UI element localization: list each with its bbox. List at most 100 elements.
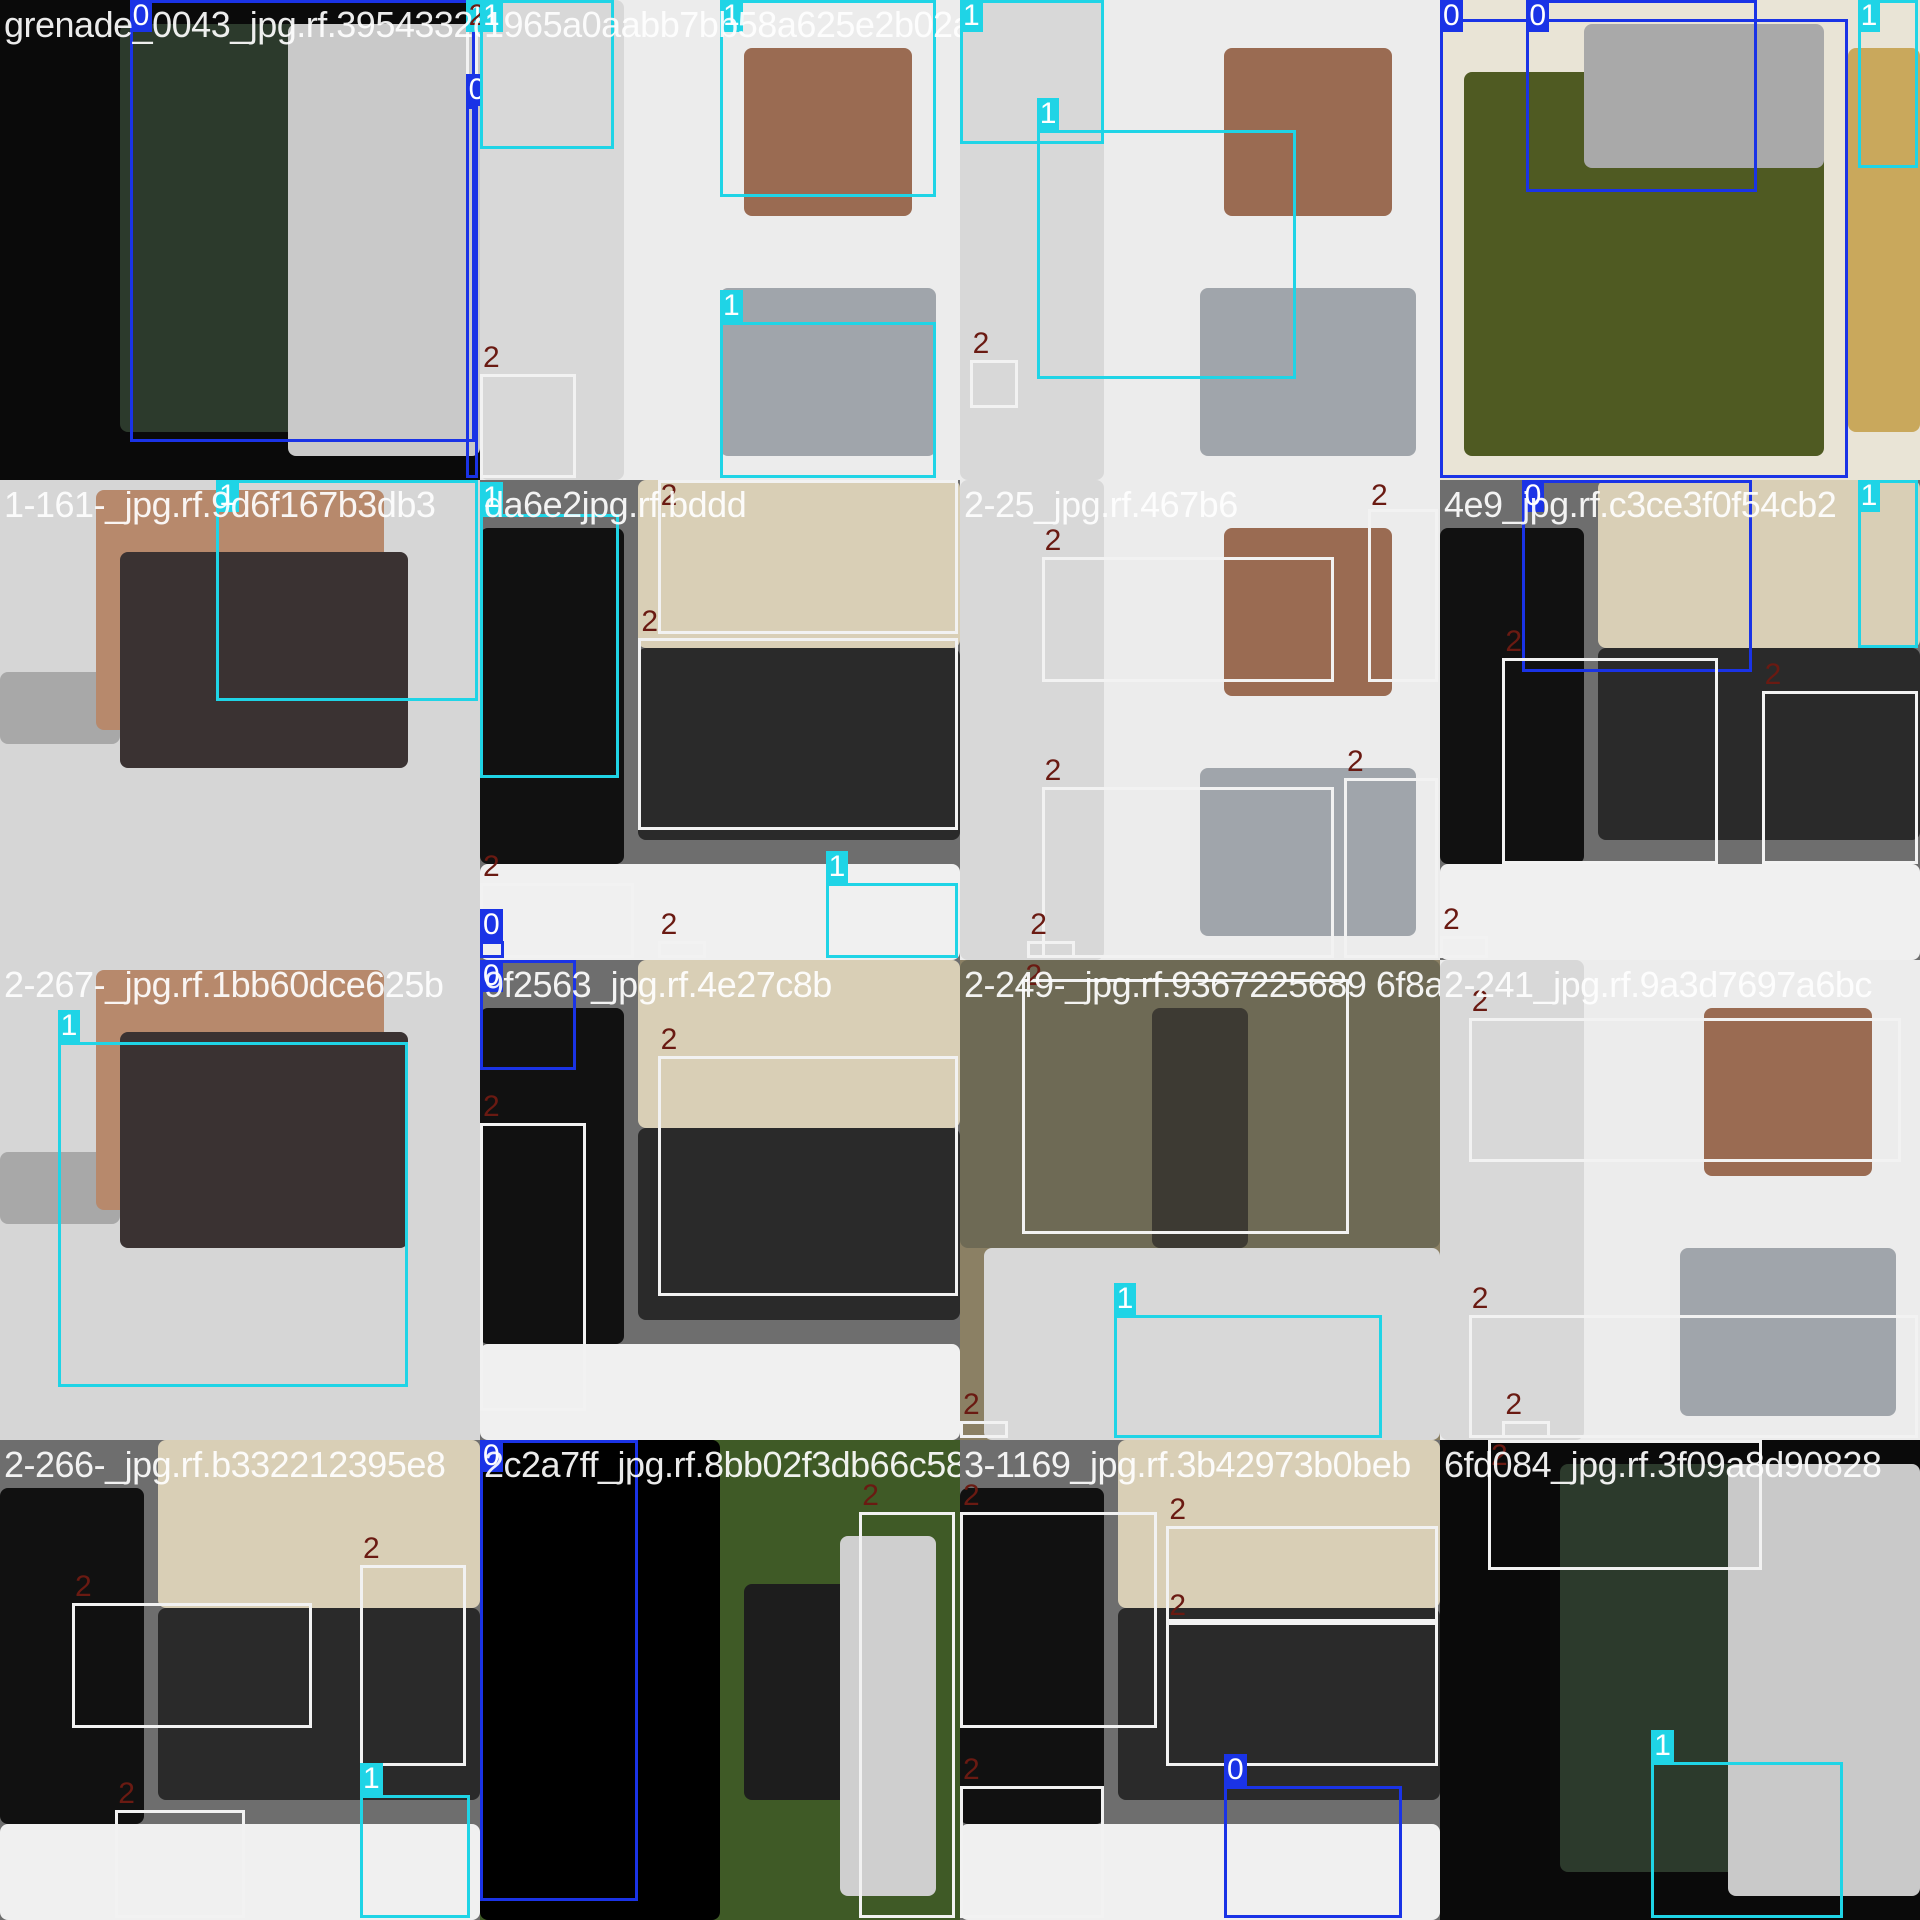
tile-filename: 1965a0aabb7bb58a625e2b02a1adb6e62d4-gpg.… [484, 4, 960, 45]
box-class-label: 2 [1169, 1493, 1187, 1527]
box-class-label: 0 [1224, 1753, 1247, 1786]
bounding-box-class-2 [1344, 777, 1438, 958]
tile-filename: 2-25_jpg.rf.467b6 [964, 484, 1238, 525]
tile-filename: da6e2jpg.rf.bddd [484, 484, 747, 525]
box-class-label: 2 [1030, 907, 1047, 941]
box-class-label: 1 [720, 289, 743, 322]
box-class-label: 2 [1443, 903, 1460, 936]
box-class-label: 2 [1044, 754, 1062, 788]
bounding-box-class-1 [360, 1795, 471, 1918]
box-class-label: 2 [483, 341, 500, 375]
bounding-box-class-2 [1166, 1526, 1438, 1623]
box-class-label: 2 [1347, 744, 1364, 778]
bounding-box-class-2 [480, 374, 576, 478]
bounding-box-class-1 [480, 513, 620, 778]
mosaic-tile: 1 1 2 [960, 0, 1440, 480]
box-class-label: 2 [1371, 480, 1388, 512]
mosaic-tile: 1 2 2 2 1 2 0 da6e2jpg.rf.bddd [480, 480, 960, 960]
box-class-label: 2 [118, 1776, 135, 1810]
bounding-box-class-2 [657, 1056, 958, 1296]
tile-filename: 3-1169_jpg.rf.3b42973b0beb [964, 1444, 1411, 1485]
box-class-label: 2 [1505, 624, 1523, 658]
bounding-box-class-1 [57, 1041, 408, 1388]
box-class-label: 1 [57, 1009, 81, 1042]
bounding-box-class-1 [720, 321, 936, 478]
bounding-box-class-2 [360, 1564, 466, 1767]
box-class-label: 1 [1857, 0, 1881, 32]
mosaic-tile: 2 2 2 1 2-266-_jpg.rf.b332212395e8 [0, 1440, 480, 1920]
bounding-box-class-2 [1468, 1315, 1918, 1438]
bounding-box-class-2 [859, 1512, 956, 1918]
bounding-box-class-2 [969, 360, 1018, 408]
bounding-box-class-2 [115, 1809, 245, 1918]
bounding-box-class-2 [1468, 1017, 1901, 1162]
box-class-label: 2 [363, 1531, 380, 1565]
box-class-label: 0 [480, 908, 503, 941]
box-class-label: 1 [960, 0, 983, 32]
tile-filename: 2-267-_jpg.rf.1bb60dce625b [4, 964, 444, 1005]
box-class-label: 0 [1526, 0, 1550, 32]
mosaic-tile: 2 1 2 2-249-_jpg.rf.9367225689 6f8a [960, 960, 1440, 1440]
mosaic-tile: 0 1 2 2 2 4e9_jpg.rf.c3ce3f0f54cb2 [1440, 480, 1920, 960]
bounding-box-class-2 [1166, 1622, 1438, 1767]
mosaic-tile: 11121965a0aabb7bb58a625e2b02a1adb6e62d4-… [480, 0, 960, 480]
tile-filename: 2-266-_jpg.rf.b332212395e8 [4, 1444, 446, 1485]
tile-filename: 2-241_jpg.rf.9a3d7697a6bc [1444, 964, 1872, 1005]
box-class-label: 0 [1440, 0, 1463, 32]
bounding-box-class-2 [1041, 556, 1335, 682]
tile-filename: grenade_0043_jpg.rf.3954332d2d7fbfb1e8a2… [4, 4, 480, 45]
mosaic-tile: 1 2-267-_jpg.rf.1bb60dce625b [0, 960, 480, 1440]
bounding-box-class-2 [1022, 979, 1349, 1234]
box-class-label: 1 [360, 1763, 383, 1796]
mosaic-tile: 2 2 2 2 2 2-25_jpg.rf.467b6 [960, 480, 1440, 960]
bounding-box-class-2 [960, 1420, 1008, 1438]
tile-filename: 2-249-_jpg.rf.9367225689 6f8a [964, 964, 1440, 1005]
tile-filename: 2c2a7ff_jpg.rf.8bb02f3db66c58 [484, 1444, 960, 1485]
bounding-box-class-0 [480, 1440, 639, 1901]
box-class-label: 0 [465, 73, 480, 106]
bounding-box-class-2 [1027, 940, 1076, 958]
box-class-label: 2 [483, 850, 500, 884]
box-class-label: 2 [1169, 1589, 1187, 1623]
bounding-box-class-2 [960, 1785, 1104, 1918]
box-class-label: 2 [641, 605, 659, 639]
bounding-box-class-1 [1113, 1315, 1383, 1438]
box-class-label: 2 [963, 1387, 980, 1421]
box-class-label: 2 [963, 1752, 980, 1786]
bounding-box-class-1 [1651, 1761, 1844, 1918]
box-class-label: 1 [1651, 1729, 1674, 1762]
mosaic-tile: 0012grenade_0043_jpg.rf.3954332d2d7fbfb1… [0, 0, 480, 480]
box-class-label: 1 [1036, 97, 1060, 130]
box-class-label: 1 [1113, 1283, 1137, 1316]
bounding-box-class-2 [1440, 936, 1488, 958]
mosaic-tile: 1 1-161-_jpg.rf.9d6f167b3db3 [0, 480, 480, 960]
bounding-box-class-2 [960, 1512, 1157, 1728]
mosaic-tile: 0 0 1 [1440, 0, 1920, 480]
bounding-box-class-0 [480, 940, 504, 958]
bounding-box-class-0 [1526, 0, 1757, 192]
bounding-box-class-2 [1502, 1420, 1551, 1438]
bounding-box-class-2 [1761, 691, 1918, 864]
tile-filename: 9f2563_jpg.rf.4e27c8b [484, 964, 832, 1005]
bounding-box-class-1 [1036, 129, 1296, 380]
bounding-box-class-0 [129, 0, 476, 442]
box-class-label: 2 [972, 327, 990, 360]
bounding-box-class-0 [465, 105, 478, 478]
bounding-box-class-2 [480, 1123, 586, 1412]
bounding-box-class-1 [825, 883, 958, 958]
photo-region [1440, 864, 1920, 960]
bounding-box-class-2 [1368, 508, 1438, 682]
box-class-label: 2 [483, 1090, 500, 1124]
bounding-box-class-2 [638, 638, 958, 831]
mosaic-tile: 0 2 2c2a7ff_jpg.rf.8bb02f3db66c58 [480, 1440, 960, 1920]
mosaic-tile: 0 2 2 9f2563_jpg.rf.4e27c8b [480, 960, 960, 1440]
box-class-label: 2 [660, 1023, 678, 1056]
tile-filename: 1-161-_jpg.rf.9d6f167b3db3 [4, 484, 436, 525]
box-class-label: 2 [1505, 1387, 1523, 1421]
box-class-label: 1 [825, 851, 849, 884]
bounding-box-class-0 [1224, 1785, 1402, 1918]
box-class-label: 2 [1471, 1282, 1489, 1316]
bounding-box-class-2 [1041, 787, 1335, 958]
mosaic-grid: 0 0 1 2 grenade_0043_jpg.rf.3954332d2d7fbfb1… [0, 0, 1920, 1920]
bounding-box-class-2 [1502, 657, 1719, 864]
